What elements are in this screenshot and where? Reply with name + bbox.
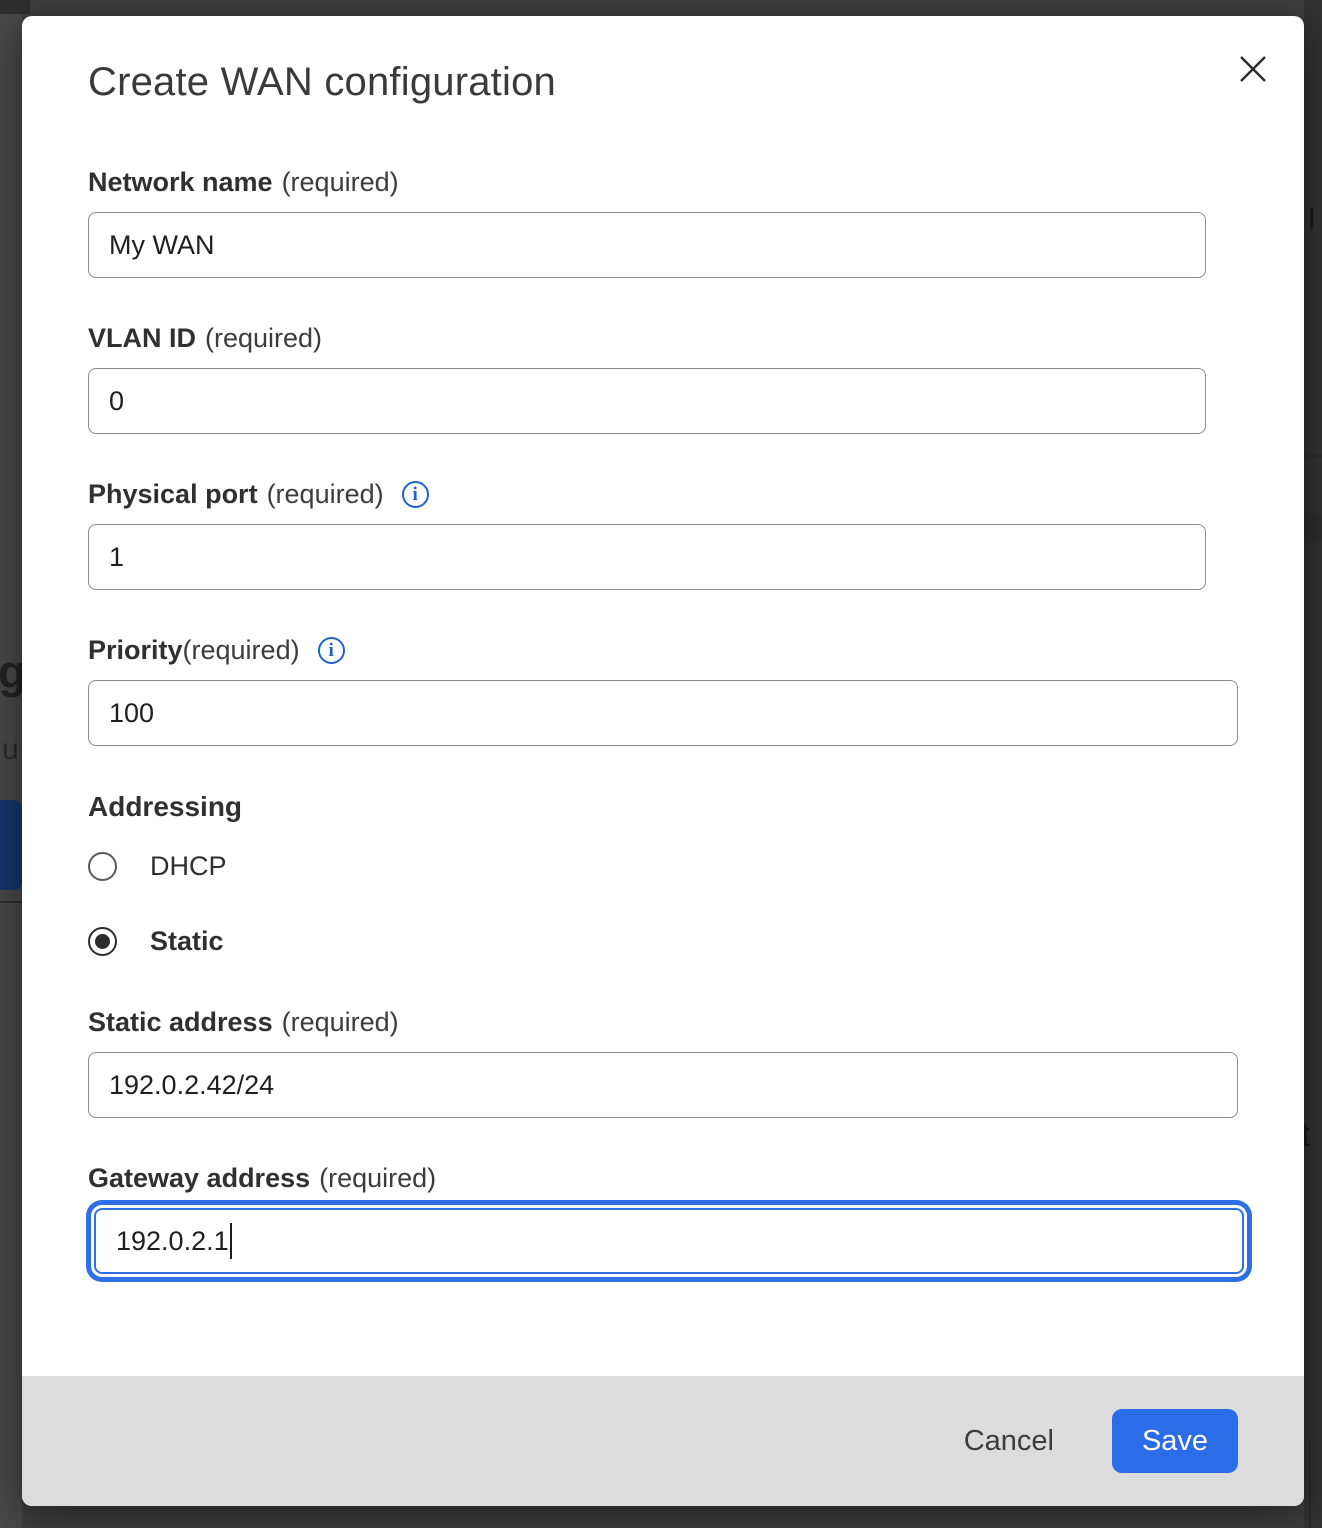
gateway-address-label: Gateway address (required)	[88, 1163, 1260, 1194]
cancel-button[interactable]: Cancel	[964, 1425, 1054, 1458]
addressing-group: Addressing DHCP Static	[88, 791, 1260, 957]
field-gateway-address: Gateway address (required) 192.0.2.1	[88, 1163, 1260, 1274]
network-name-label: Network name (required)	[88, 167, 1260, 198]
static-address-label: Static address (required)	[88, 1007, 1260, 1038]
gateway-address-input[interactable]: 192.0.2.1	[94, 1208, 1244, 1274]
background-divider	[0, 901, 22, 903]
close-icon	[1236, 52, 1270, 86]
text-cursor	[230, 1223, 233, 1259]
obscured-blue-button	[0, 800, 22, 890]
static-address-input[interactable]	[88, 1052, 1238, 1118]
obscured-text-fragment: u	[2, 733, 19, 767]
dialog-body: Create WAN configuration Network name (r…	[22, 16, 1304, 1376]
radio-icon-static-selected[interactable]	[88, 927, 117, 956]
background-artifact	[0, 0, 30, 14]
field-network-name: Network name (required)	[88, 167, 1260, 278]
background-divider	[1304, 455, 1322, 457]
radio-icon-dhcp[interactable]	[88, 852, 117, 881]
addressing-heading: Addressing	[88, 791, 1260, 823]
create-wan-configuration-dialog: Create WAN configuration Network name (r…	[22, 16, 1304, 1506]
field-physical-port: Physical port (required) i	[88, 479, 1260, 590]
gateway-address-value: 192.0.2.1	[116, 1226, 229, 1257]
background-divider	[1309, 1440, 1311, 1528]
radio-option-static[interactable]: Static	[88, 926, 1260, 957]
save-button[interactable]: Save	[1112, 1409, 1238, 1473]
physical-port-input[interactable]	[88, 524, 1206, 590]
info-icon[interactable]: i	[402, 481, 429, 508]
priority-input[interactable]	[88, 680, 1238, 746]
field-priority: Priority (required) i	[88, 635, 1260, 746]
radio-option-dhcp[interactable]: DHCP	[88, 851, 1260, 882]
priority-label: Priority (required) i	[88, 635, 1260, 666]
field-vlan-id: VLAN ID (required)	[88, 323, 1260, 434]
physical-port-label: Physical port (required) i	[88, 479, 1260, 510]
close-button[interactable]	[1234, 50, 1272, 88]
background-artifact	[1304, 513, 1322, 543]
info-icon[interactable]: i	[318, 637, 345, 664]
field-static-address: Static address (required)	[88, 1007, 1260, 1118]
vlan-id-label: VLAN ID (required)	[88, 323, 1260, 354]
dialog-footer: Cancel Save	[22, 1376, 1304, 1506]
network-name-input[interactable]	[88, 212, 1206, 278]
dialog-title: Create WAN configuration	[88, 60, 1260, 105]
vlan-id-input[interactable]	[88, 368, 1206, 434]
